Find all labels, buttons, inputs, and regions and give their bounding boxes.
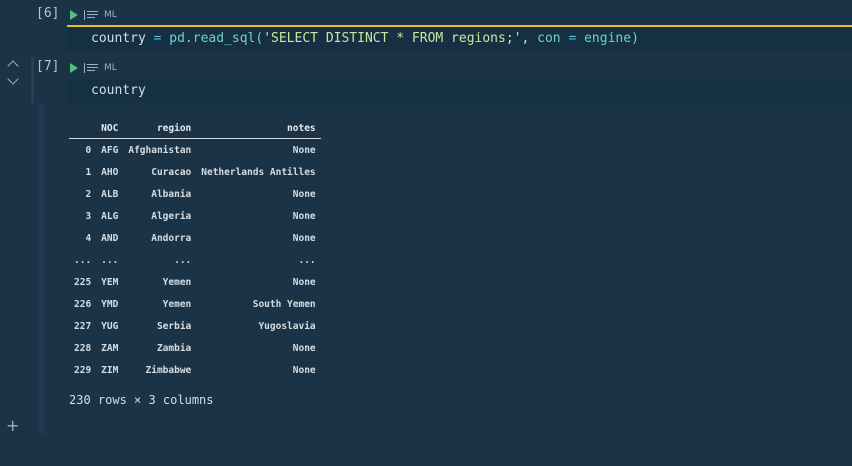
row-index: 228	[74, 342, 92, 354]
play-icon[interactable]	[70, 10, 78, 20]
execution-count: [6]	[36, 6, 60, 21]
table-row: ............	[69, 249, 321, 271]
table-cell: Zimbabwe	[145, 364, 192, 376]
table-cell: ALG	[101, 210, 119, 222]
chevron-down-icon[interactable]	[7, 73, 19, 85]
row-index: 0	[85, 144, 92, 156]
table-cell: None	[292, 188, 316, 200]
table-row: 229 ZIM Zimbabwe None	[69, 359, 321, 381]
table-cell: Andorra	[151, 232, 192, 244]
table-row: 4 AND Andorra None	[69, 227, 321, 249]
chevron-up-icon[interactable]	[7, 60, 19, 72]
table-cell: None	[292, 232, 316, 244]
table-cell: Algeria	[151, 210, 192, 222]
table-cell: YUG	[101, 320, 119, 332]
code-token: engine)	[584, 31, 639, 46]
table-header-row: NOC region notes	[69, 118, 321, 139]
table-cell: None	[292, 210, 316, 222]
table-cell: None	[292, 276, 316, 288]
row-index: 3	[85, 210, 92, 222]
table-cell: AFG	[101, 144, 119, 156]
cell-toolbar: ML	[70, 8, 117, 22]
variables-icon[interactable]	[84, 10, 98, 20]
code-token: country	[91, 31, 146, 46]
output-collapse-bar[interactable]	[39, 104, 44, 434]
code-editor[interactable]: country	[67, 79, 852, 103]
table-cell: YEM	[101, 276, 119, 288]
table-cell: Yugoslavia	[258, 320, 316, 332]
row-index: 4	[85, 232, 92, 244]
table-cell: None	[292, 364, 316, 376]
row-index: 226	[74, 298, 92, 310]
table-cell: Afghanistan	[128, 144, 192, 156]
table-cell: AHO	[101, 166, 119, 178]
code-editor[interactable]: country = pd.read_sql('SELECT DISTINCT *…	[67, 27, 852, 51]
row-index: 225	[74, 276, 92, 288]
code-token: country	[91, 83, 146, 98]
table-row: 0 AFG Afghanistan None	[69, 139, 321, 162]
row-index: ...	[74, 254, 92, 266]
execution-count: [7]	[36, 59, 60, 74]
collapse-controls	[6, 58, 20, 85]
column-header: NOC	[96, 118, 124, 139]
cell-output: NOC region notes 0 AFG Afghanistan None 1 AHO…	[69, 118, 321, 407]
table-cell: YMD	[101, 298, 119, 310]
column-header: notes	[196, 118, 321, 139]
ml-label[interactable]: ML	[104, 63, 117, 73]
table-cell: Curacao	[151, 166, 192, 178]
table-cell: AND	[101, 232, 119, 244]
code-token: ,	[521, 31, 538, 46]
table-row: 1 AHO Curacao Netherlands Antilles	[69, 161, 321, 183]
variables-icon[interactable]	[84, 63, 98, 73]
table-cell: ...	[174, 254, 192, 266]
plus-icon[interactable]: +	[6, 416, 19, 435]
table-cell: Yemen	[162, 276, 192, 288]
table-cell: ZAM	[101, 342, 119, 354]
table-row: 228 ZAM Zambia None	[69, 337, 321, 359]
table-cell: Netherlands Antilles	[201, 166, 316, 178]
table-cell: ZIM	[101, 364, 119, 376]
shape-summary: 230 rows × 3 columns	[69, 393, 214, 407]
table-row: 2 ALB Albania None	[69, 183, 321, 205]
table-cell: ...	[298, 254, 316, 266]
table-row: 3 ALG Algeria None	[69, 205, 321, 227]
dataframe-table: NOC region notes 0 AFG Afghanistan None 1 AHO…	[69, 118, 321, 381]
code-token: con	[537, 31, 561, 46]
table-cell: Serbia	[156, 320, 192, 332]
cell-focus-bar	[31, 58, 34, 103]
code-token: =	[153, 31, 162, 46]
table-body: 0 AFG Afghanistan None 1 AHO Curacao Netherland…	[69, 139, 321, 382]
table-row: 226 YMD Yemen South Yemen	[69, 293, 321, 315]
table-cell: Albania	[151, 188, 192, 200]
table-cell: ...	[101, 254, 119, 266]
ml-label[interactable]: ML	[104, 10, 117, 20]
code-token: =	[568, 31, 577, 46]
table-cell: None	[292, 342, 316, 354]
code-token: pd.read_sql(	[169, 31, 264, 46]
row-index: 1	[85, 166, 92, 178]
code-token: 'SELECT DISTINCT * FROM regions;'	[263, 31, 522, 46]
row-index: 2	[85, 188, 92, 200]
cell-toolbar: ML	[70, 61, 117, 75]
table-cell: Yemen	[162, 298, 192, 310]
row-index: 229	[74, 364, 92, 376]
column-header: region	[123, 118, 197, 139]
table-cell: None	[292, 144, 316, 156]
play-icon[interactable]	[70, 63, 78, 73]
table-row: 225 YEM Yemen None	[69, 271, 321, 293]
table-cell: ALB	[101, 188, 119, 200]
table-row: 227 YUG Serbia Yugoslavia	[69, 315, 321, 337]
row-index: 227	[74, 320, 92, 332]
table-cell: South Yemen	[252, 298, 316, 310]
column-header	[69, 118, 97, 139]
table-cell: Zambia	[156, 342, 192, 354]
